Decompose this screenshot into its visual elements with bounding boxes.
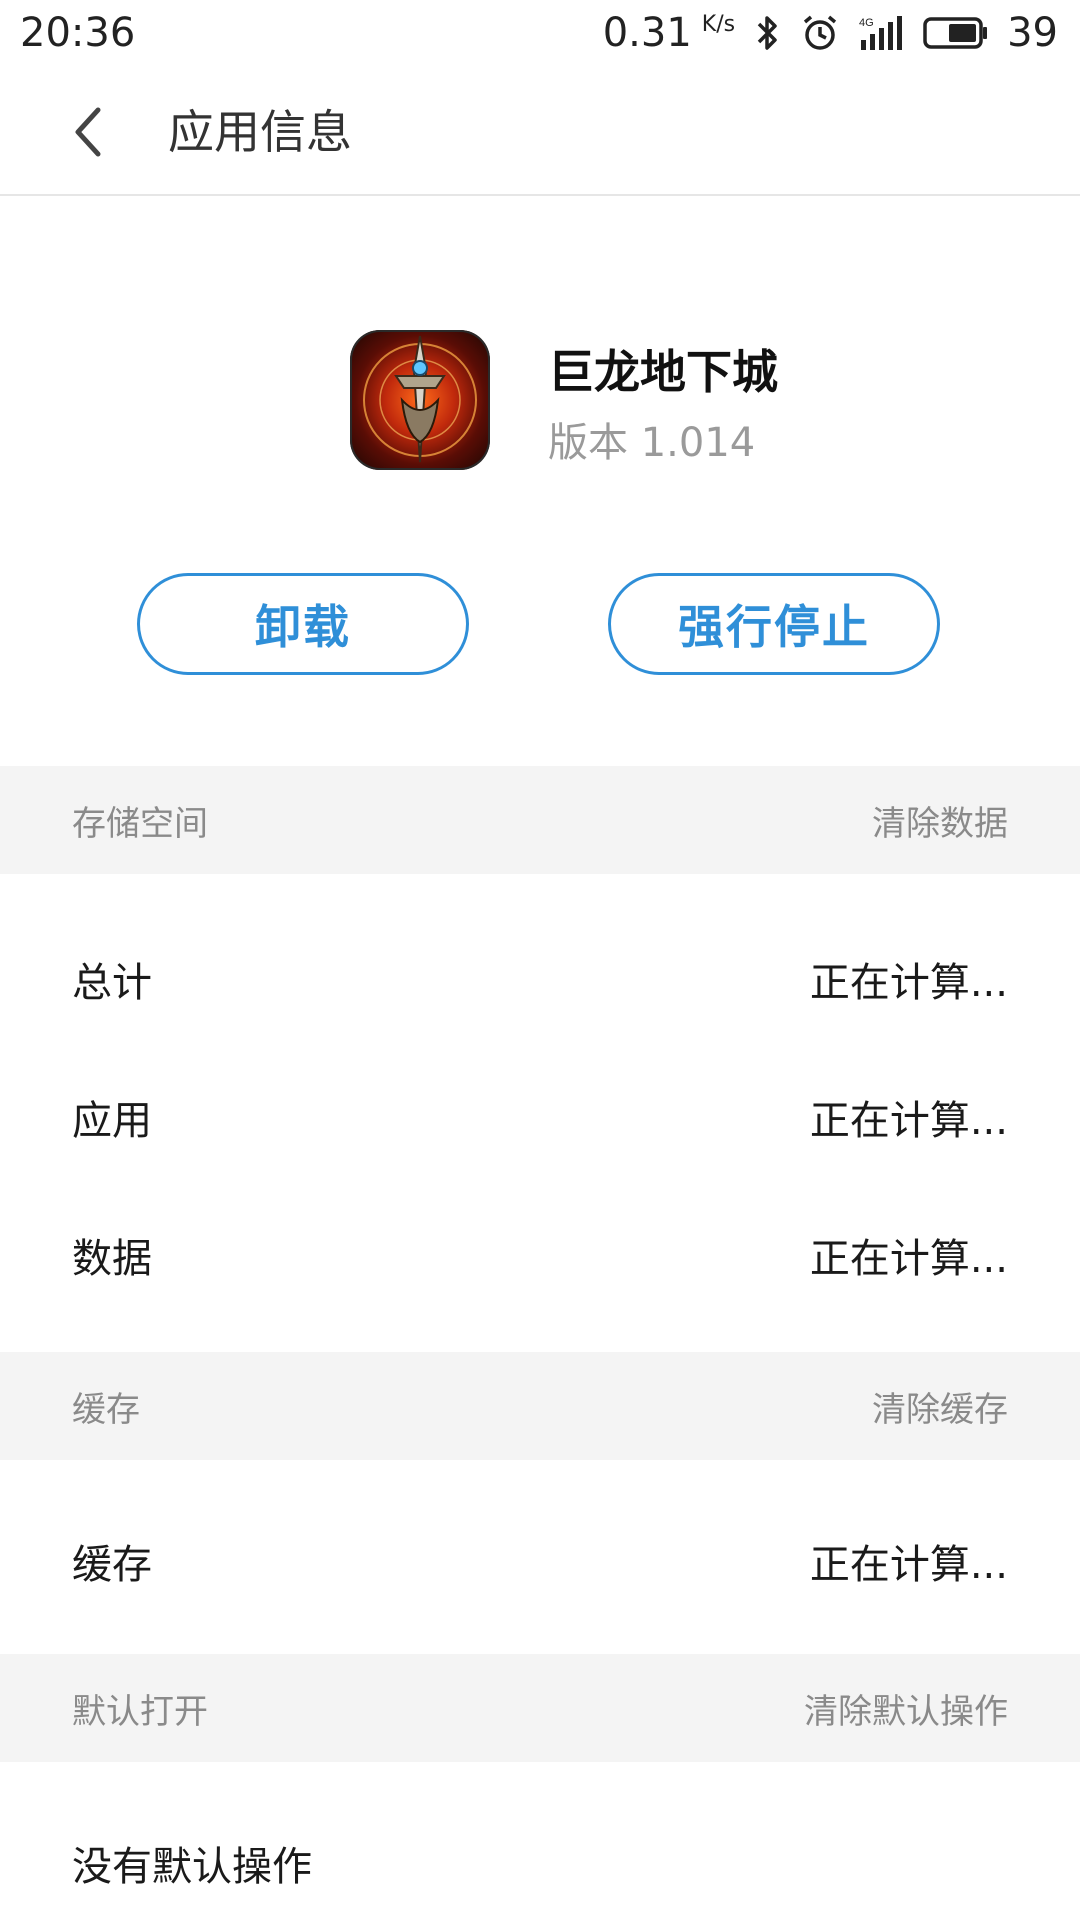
alarm-icon (801, 14, 839, 52)
app-info-screen: 20:36 0.31 K/s 4G 39 应用信息 巨龙地下城 版本 1.014… (0, 0, 1080, 1920)
status-time: 20:36 (20, 10, 136, 56)
row-label: 缓存 (72, 1542, 152, 1588)
battery-icon (923, 16, 989, 50)
row-label: 应用 (72, 1098, 152, 1144)
network-speed: 0.31 K/s (603, 10, 735, 56)
row-value: 正在计算... (809, 960, 1008, 1006)
network-speed-unit: K/s (701, 12, 736, 37)
page-title: 应用信息 (168, 105, 352, 159)
default-open-section-title: 默认打开 (72, 1691, 208, 1732)
battery-level: 39 (1007, 10, 1058, 56)
row-value: 正在计算... (809, 1542, 1008, 1588)
storage-section-header: 存储空间 清除数据 (0, 766, 1080, 874)
status-icons: 0.31 K/s 4G 39 (603, 10, 1058, 56)
row-value: 正在计算... (809, 1098, 1008, 1144)
bluetooth-icon (753, 14, 783, 52)
app-header: 巨龙地下城 版本 1.014 卸载 强行停止 (0, 196, 1080, 766)
row-label: 没有默认操作 (72, 1844, 312, 1890)
back-button[interactable] (58, 102, 118, 162)
clear-cache-button[interactable]: 清除缓存 (872, 1382, 1008, 1431)
row-label: 总计 (72, 960, 152, 1006)
app-icon (350, 330, 490, 470)
storage-row-total: 总计 正在计算... (0, 910, 1080, 1048)
cache-section-title: 缓存 (72, 1389, 140, 1430)
app-bar: 应用信息 (0, 66, 1080, 196)
row-label: 数据 (72, 1236, 152, 1282)
svg-text:4G: 4G (859, 17, 874, 29)
clear-data-button[interactable]: 清除数据 (872, 796, 1008, 845)
cache-section-header: 缓存 清除缓存 (0, 1352, 1080, 1460)
default-open-row: 没有默认操作 (0, 1794, 1080, 1920)
signal-4g-icon: 4G (857, 14, 905, 52)
uninstall-button[interactable]: 卸载 (137, 573, 469, 675)
app-version: 版本 1.014 (548, 420, 756, 466)
cache-row: 缓存 正在计算... (0, 1492, 1080, 1630)
storage-row-app: 应用 正在计算... (0, 1048, 1080, 1186)
chevron-left-icon (75, 107, 101, 157)
clear-defaults-button[interactable]: 清除默认操作 (804, 1684, 1008, 1733)
app-name: 巨龙地下城 (548, 345, 778, 399)
storage-row-data: 数据 正在计算... (0, 1186, 1080, 1324)
default-open-section-header: 默认打开 清除默认操作 (0, 1654, 1080, 1762)
storage-section-title: 存储空间 (72, 803, 208, 844)
status-bar: 20:36 0.31 K/s 4G 39 (0, 0, 1080, 66)
row-value: 正在计算... (809, 1236, 1008, 1282)
force-stop-button[interactable]: 强行停止 (608, 573, 940, 675)
network-speed-value: 0.31 (602, 10, 692, 56)
